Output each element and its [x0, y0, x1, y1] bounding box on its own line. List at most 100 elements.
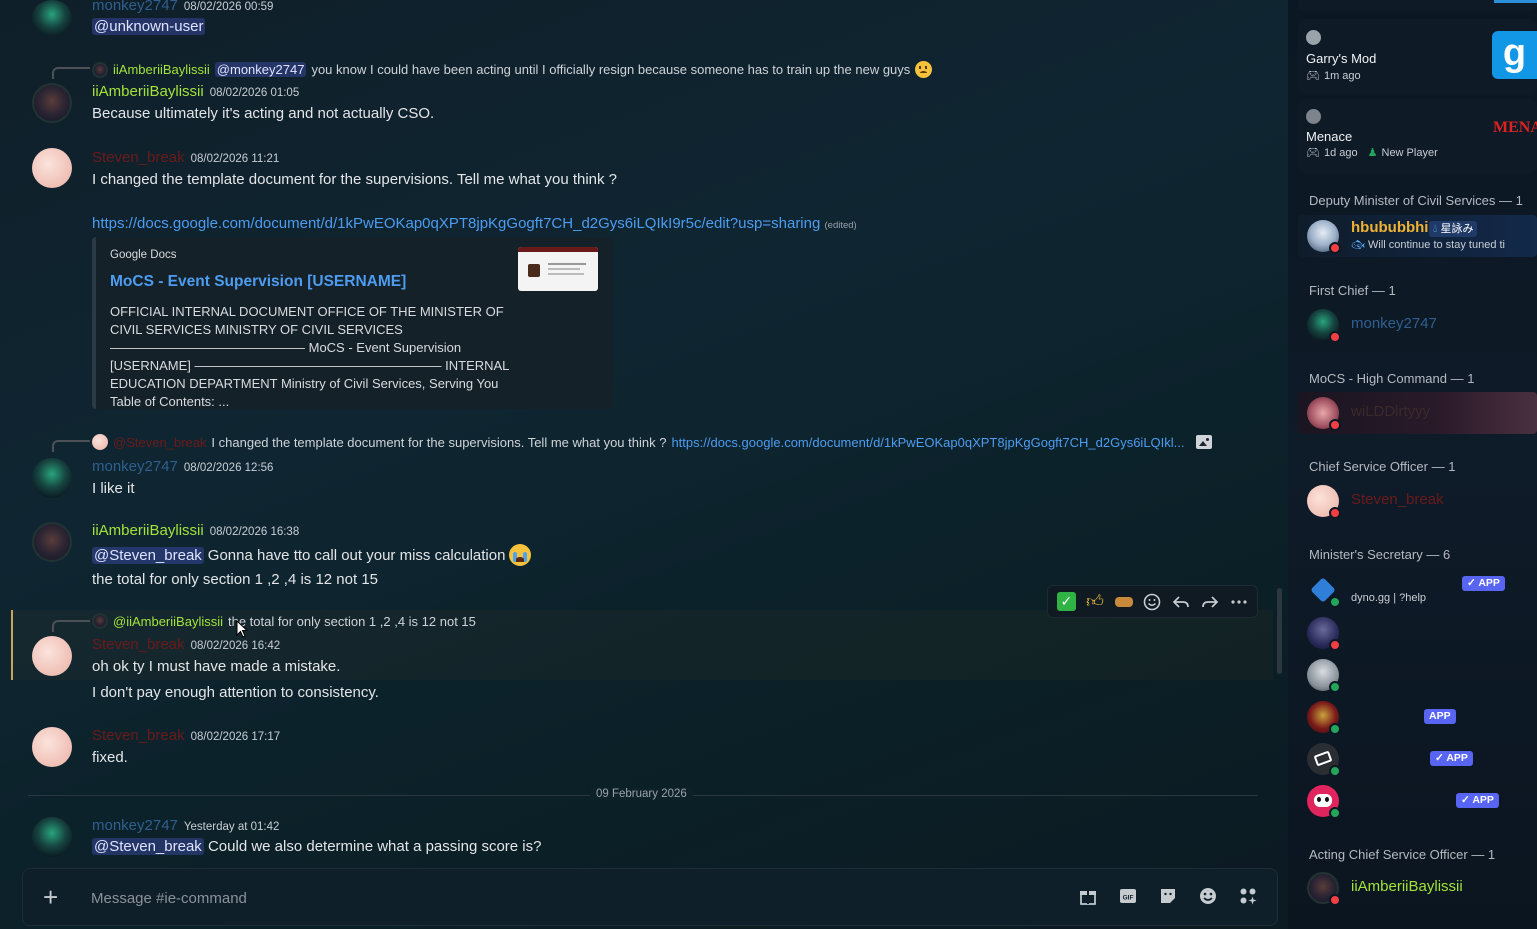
gift-icon[interactable]: [1077, 885, 1099, 907]
app-badge: ✓ APP: [1462, 576, 1505, 591]
member-secretary-3[interactable]: [1298, 654, 1537, 696]
avatar[interactable]: [32, 0, 72, 36]
user-mention[interactable]: @Steven_break: [92, 546, 204, 564]
member-steven-break[interactable]: Steven_break: [1298, 480, 1537, 522]
role-header: Deputy Minister of Civil Services — 1: [1309, 193, 1523, 208]
member-secretary-2[interactable]: [1298, 612, 1537, 654]
reply-text: I changed the template document for the …: [211, 434, 667, 450]
add-reaction-icon[interactable]: [1140, 590, 1164, 614]
activity-time: 1d ago: [1323, 146, 1358, 159]
reply-preview[interactable]: @iiAmberiiBaylissii the total for only s…: [92, 613, 476, 629]
role-header: MoCS - High Command — 1: [1309, 371, 1475, 386]
role-header: First Chief — 1: [1309, 283, 1396, 298]
member-secretary-4[interactable]: APP: [1298, 696, 1537, 738]
reply-text: you know I could have been acting until …: [311, 62, 911, 77]
role-header: Chief Service Officer — 1: [1309, 459, 1456, 474]
sticker-icon[interactable]: [1157, 885, 1179, 907]
embed-provider[interactable]: Google Docs: [110, 249, 176, 261]
controller-icon: 🎮︎: [1306, 147, 1320, 159]
avatar[interactable]: [32, 522, 72, 562]
author-name[interactable]: monkey2747: [92, 0, 178, 14]
member-iiamberiibaylissii[interactable]: iiAmberiiBaylissii: [1298, 867, 1537, 909]
menace-art: MENACE: [1493, 119, 1537, 136]
online-status-icon: [1329, 596, 1341, 608]
edited-label: (edited): [824, 220, 857, 231]
member-hbububbhi[interactable]: hbububbhi 💧︎ 星詠み 🐟︎ Will continue to sta…: [1298, 215, 1537, 257]
timestamp: 08/02/2026 12:56: [183, 462, 274, 474]
embed-title[interactable]: MoCS - Event Supervision [USERNAME]: [110, 273, 406, 291]
member-name: monkey2747: [1351, 315, 1437, 332]
dnd-status-icon: [1329, 507, 1341, 519]
member-wilddlrtyyy[interactable]: wiLDDlrtyyy: [1298, 392, 1537, 434]
member-secretary-6[interactable]: ✓ APP: [1298, 780, 1537, 822]
custom-emoji-icon[interactable]: [1112, 590, 1136, 614]
author-name[interactable]: Steven_break: [92, 149, 185, 166]
reply-mention[interactable]: @monkey2747: [214, 62, 307, 77]
reply-author[interactable]: @iiAmberiiBaylissii: [113, 614, 223, 629]
reply-spine: [52, 67, 90, 79]
clan-tag: 💧︎ 星詠み: [1429, 221, 1478, 237]
avatar[interactable]: [32, 148, 72, 188]
message-text: I changed the template document for the …: [92, 171, 618, 188]
reply-spine: [52, 440, 90, 452]
flame-icon: 💧︎: [1433, 223, 1438, 235]
forward-icon[interactable]: [1198, 590, 1222, 614]
check-reaction-icon[interactable]: ✓: [1054, 590, 1078, 614]
reply-link[interactable]: https://docs.google.com/document/d/1kPwE…: [671, 435, 1184, 450]
reply-author[interactable]: @Steven_break: [113, 435, 206, 450]
user-mention[interactable]: @unknown-user: [92, 18, 206, 35]
chat-scrollbar[interactable]: [1275, 0, 1283, 865]
reply-avatar: [92, 434, 108, 450]
more-options-icon[interactable]: [1227, 590, 1251, 614]
dnd-status-icon: [1329, 639, 1341, 651]
new-player-icon: ♟: [1367, 147, 1378, 159]
gmod-small-icon: [1306, 30, 1321, 45]
avatar[interactable]: [32, 636, 72, 676]
reply-avatar: [92, 61, 108, 78]
avatar[interactable]: [32, 727, 72, 767]
activity-extra: New Player: [1381, 146, 1438, 159]
reply-author[interactable]: iiAmberiiBaylissii: [113, 62, 210, 77]
avatar[interactable]: [32, 817, 72, 857]
member-dyno-bot[interactable]: dyno.gg | ?help ✓ APP: [1298, 569, 1537, 611]
frown-emoji-icon: [915, 61, 933, 78]
author-name[interactable]: Steven_break: [92, 727, 185, 744]
message-input[interactable]: [91, 883, 991, 913]
doc-link[interactable]: https://docs.google.com/document/d/1kPwE…: [92, 215, 820, 232]
user-mention[interactable]: @Steven_break: [92, 838, 204, 855]
activity-title: Garry's Mod: [1306, 51, 1377, 66]
author-name[interactable]: iiAmberiiBaylissii: [92, 522, 204, 539]
author-name[interactable]: monkey2747: [92, 817, 178, 834]
role-header: Minister's Secretary — 6: [1309, 547, 1451, 562]
scroll-thumb[interactable]: [1277, 588, 1282, 674]
apps-icon[interactable]: [1237, 885, 1259, 907]
upload-plus-icon[interactable]: +: [43, 884, 58, 910]
activity-title: Menace: [1306, 129, 1353, 144]
reply-preview[interactable]: @Steven_break I changed the template doc…: [92, 434, 1212, 450]
gif-icon[interactable]: GIF: [1117, 885, 1139, 907]
reply-icon[interactable]: [1169, 590, 1193, 614]
reply-text: the total for only section 1 ,2 ,4 is 12…: [228, 613, 476, 629]
avatar[interactable]: [32, 458, 72, 498]
embed-description: OFFICIAL INTERNAL DOCUMENT OFFICE OF THE…: [110, 304, 509, 409]
message-text: the total for only section 1 ,2 ,4 is 12…: [92, 571, 379, 588]
author-name[interactable]: monkey2747: [92, 458, 178, 475]
dnd-status-icon: [1329, 419, 1341, 431]
activity-card-gmod[interactable]: Garry's Mod 🎮︎ 1m ago g: [1298, 19, 1537, 95]
author-name[interactable]: iiAmberiiBaylissii: [92, 83, 204, 100]
timestamp: 08/02/2026 00:59: [183, 1, 274, 13]
message-text: Could we also determine what a passing s…: [207, 838, 542, 855]
thumbs-up-icon[interactable]: 👍︎: [1083, 590, 1107, 614]
embed-thumbnail[interactable]: [518, 247, 598, 291]
member-monkey2747[interactable]: monkey2747: [1298, 304, 1537, 346]
message-text: oh ok ty I must have made a mistake.: [92, 658, 341, 675]
reply-preview[interactable]: iiAmberiiBaylissii @monkey2747 you know …: [92, 61, 933, 78]
timestamp: 08/02/2026 16:42: [190, 640, 281, 652]
ticket-icon: [1313, 750, 1333, 767]
avatar[interactable]: [32, 83, 72, 123]
author-name[interactable]: Steven_break: [92, 636, 185, 653]
member-secretary-5[interactable]: ✓ APP: [1298, 738, 1537, 780]
emoji-picker-icon[interactable]: [1197, 885, 1219, 907]
mouse-cursor-icon: [236, 620, 248, 638]
activity-card-menace[interactable]: Menace 🎮︎ 1d ago ♟ New Player MENACE: [1298, 99, 1537, 174]
